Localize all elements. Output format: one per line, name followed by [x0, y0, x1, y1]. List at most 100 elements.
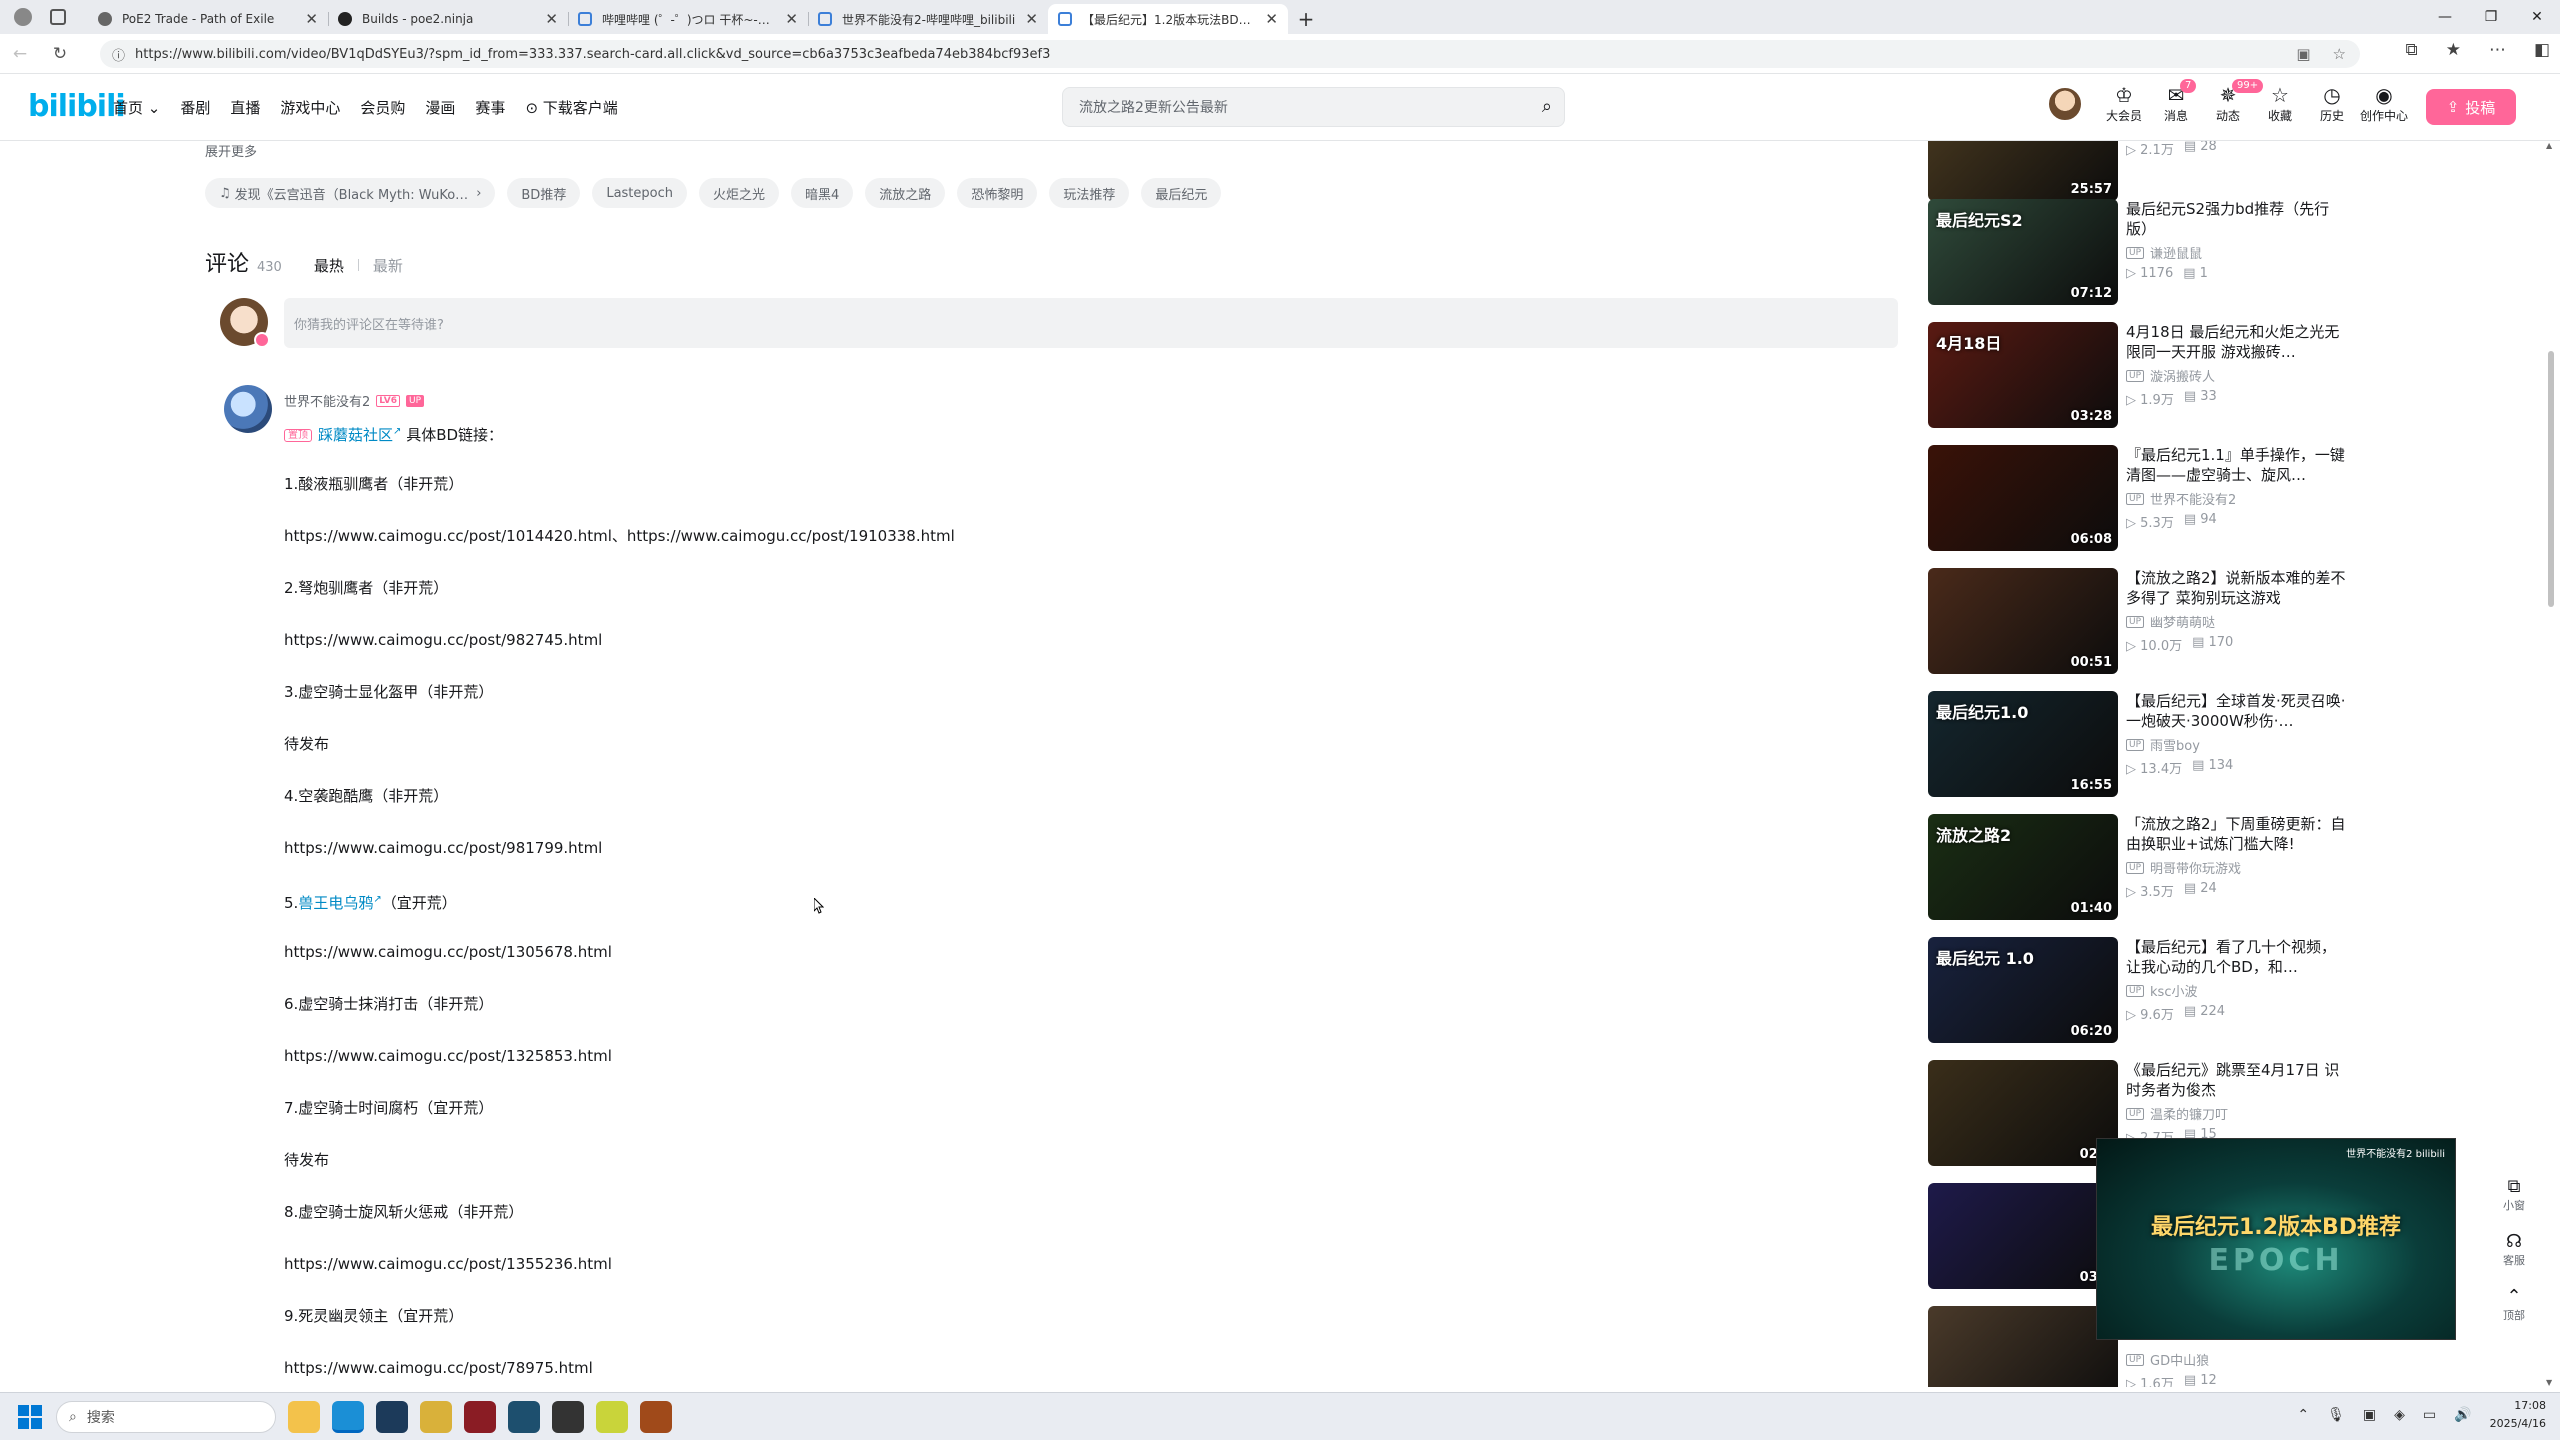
related-video-card[interactable]: 最后纪元 1.0 06:20 【最后纪元】看了几十个视频，让我心动的几个BD，和… U…: [1928, 937, 2348, 1045]
video-title[interactable]: 「流放之路2」下周重磅更新：自由换职业+试炼门槛大降!: [2126, 814, 2348, 854]
video-uploader[interactable]: UP 漩涡搬砖人: [2126, 366, 2348, 385]
video-thumbnail[interactable]: 25:57: [1928, 141, 2118, 201]
more-menu-icon[interactable]: ⋯: [2489, 40, 2506, 60]
related-video-card[interactable]: 最后纪元S2 07:12 最后纪元S2强力bd推荐（先行版） UP 谦逊鼠鼠 ▷ 1176…: [1928, 199, 2348, 307]
favorite-star-icon[interactable]: ☆: [2333, 45, 2346, 63]
user-avatar[interactable]: [2047, 86, 2083, 122]
video-title[interactable]: 【最后纪元】看了几十个视频，让我心动的几个BD，和…: [2126, 937, 2348, 977]
steam-icon[interactable]: [376, 1401, 408, 1433]
video-thumbnail[interactable]: 最后纪元S2 07:12: [1928, 199, 2118, 305]
video-thumbnail[interactable]: 02:4: [1928, 1060, 2118, 1166]
video-uploader[interactable]: UP GD中山狼: [2126, 1350, 2348, 1369]
tag-item[interactable]: ♫ 发现《云宫迅音（Black Myth: WuKo… ›: [205, 178, 496, 208]
taskbar-search[interactable]: ⌕ 搜索: [56, 1401, 276, 1433]
microphone-icon[interactable]: 🎙: [2327, 1407, 2345, 1423]
header-4-button[interactable]: ◷ 历史: [2306, 83, 2358, 124]
related-video-card[interactable]: 4月18日 03:28 4月18日 最后纪元和火炬之光无限同一天开服 游戏搬砖… UP…: [1928, 322, 2348, 430]
video-uploader[interactable]: UP ksc小波: [2126, 981, 2348, 1000]
video-thumbnail[interactable]: 00:51: [1928, 568, 2118, 674]
mini-player[interactable]: 世界不能没有2 bilibili 最后纪元1.2版本BD推荐 EPOCH: [2096, 1138, 2456, 1340]
file-explorer-icon[interactable]: [288, 1401, 320, 1433]
app-icon-blue[interactable]: [508, 1401, 540, 1433]
browser-tab-2[interactable]: 哔哩哔哩 (゜-゜)つロ 干杯~-bilibi ✕: [568, 4, 808, 34]
app-icon-dark[interactable]: [552, 1401, 584, 1433]
related-video-card[interactable]: 00:51 【流放之路2】说新版本难的差不多得了 菜狗别玩这游戏 UP 幽梦萌萌哒 ▷ …: [1928, 568, 2348, 676]
nav-item-1[interactable]: 番剧: [180, 97, 210, 118]
reload-button[interactable]: ↻: [40, 34, 80, 74]
video-title[interactable]: 最后纪元S2强力bd推荐（先行版）: [2126, 199, 2348, 239]
tray-app-icon[interactable]: ▣: [2363, 1407, 2376, 1423]
scrollbar-thumb[interactable]: [2548, 351, 2554, 607]
tab-actions-icon[interactable]: [50, 9, 66, 25]
sidebar-toggle-icon[interactable]: ◧: [2534, 40, 2550, 60]
build-url[interactable]: https://www.caimogu.cc/post/981799.html: [284, 839, 602, 857]
scroll-up-icon[interactable]: ▲: [2546, 141, 2552, 150]
header-0-button[interactable]: ♔ 大会员: [2098, 83, 2150, 124]
related-video-card[interactable]: 06:08 『最后纪元1.1』单手操作，一键清图——虚空骑士、旋风… UP 世界不能没…: [1928, 445, 2348, 553]
video-title[interactable]: 4月18日 最后纪元和火炬之光无限同一天开服 游戏搬砖…: [2126, 322, 2348, 362]
browser-tab-4[interactable]: 【最后纪元】1.2版本玩法BD推荐 ✕: [1048, 4, 1288, 34]
search-icon[interactable]: ⌕: [1542, 96, 1552, 117]
clock[interactable]: 17:08 2025/4/16: [2490, 1397, 2546, 1433]
video-thumbnail[interactable]: 06:08: [1928, 445, 2118, 551]
tag-item[interactable]: 暗黑4: [791, 178, 854, 208]
profile-icon[interactable]: [14, 8, 32, 26]
browser-tab-3[interactable]: 世界不能没有2-哔哩哔哩_bilibili ✕: [808, 4, 1048, 34]
reply-author-name[interactable]: 世界不能没有2: [284, 391, 370, 410]
video-uploader[interactable]: UP 明哥带你玩游戏: [2126, 858, 2348, 877]
video-title[interactable]: 【流放之路2】说新版本难的差不多得了 菜狗别玩这游戏: [2126, 568, 2348, 608]
app-icon-orange[interactable]: [640, 1401, 672, 1433]
video-title[interactable]: 『最后纪元1.1』单手操作，一键清图——虚空骑士、旋风…: [2126, 445, 2348, 485]
nav-item-0[interactable]: 首页 ⌄: [113, 97, 160, 118]
close-tab-icon[interactable]: ✕: [1265, 10, 1278, 28]
bilibili-logo[interactable]: bilibili: [28, 89, 126, 124]
video-thumbnail[interactable]: 03:5: [1928, 1183, 2118, 1289]
expand-more-link[interactable]: 展开更多: [205, 141, 257, 160]
video-thumbnail[interactable]: 最后纪元1.0 16:55: [1928, 691, 2118, 797]
close-tab-icon[interactable]: ✕: [545, 10, 558, 28]
build-url[interactable]: https://www.caimogu.cc/post/1325853.html: [284, 1047, 612, 1065]
video-thumbnail[interactable]: 最后纪元 1.0 06:20: [1928, 937, 2118, 1043]
upload-button[interactable]: ⇪ 投稿: [2426, 89, 2516, 125]
app-icon-yellow[interactable]: [596, 1401, 628, 1433]
tag-item[interactable]: 流放之路: [865, 178, 946, 208]
favorites-icon[interactable]: ★: [2446, 40, 2461, 60]
network-icon[interactable]: ▭: [2423, 1407, 2436, 1423]
related-video-card[interactable]: 最后纪元1.0 16:55 【最后纪元】全球首发·死灵召唤·一炮破天·3000W秒伤…: [1928, 691, 2348, 799]
nav-item-4[interactable]: 会员购: [360, 97, 405, 118]
tag-item[interactable]: 玩法推荐: [1049, 178, 1130, 208]
reader-icon[interactable]: ▣: [2296, 45, 2310, 63]
video-thumbnail[interactable]: [1928, 1306, 2118, 1387]
tag-item[interactable]: 最后纪元: [1141, 178, 1222, 208]
nav-item-7[interactable]: ⊙ 下载客户端: [525, 97, 617, 118]
close-tab-icon[interactable]: ✕: [785, 10, 798, 28]
tray-app-icon-2[interactable]: ◈: [2394, 1407, 2405, 1423]
nav-item-6[interactable]: 赛事: [475, 97, 505, 118]
video-title[interactable]: 【最后纪元】全球首发·死灵召唤·一炮破天·3000W秒伤·…: [2126, 691, 2348, 731]
close-tab-icon[interactable]: ✕: [305, 10, 318, 28]
back-button[interactable]: ←: [0, 34, 40, 74]
video-title[interactable]: 《最后纪元》跳票至4月17日 识时务者为俊杰: [2126, 1060, 2348, 1100]
related-video-card[interactable]: 25:57 ▷ 2.1万 ▤ 28: [1928, 141, 2348, 203]
tray-chevron-icon[interactable]: ⌃: [2297, 1407, 2309, 1423]
build-url[interactable]: https://www.caimogu.cc/post/982745.html: [284, 631, 602, 649]
build-url[interactable]: https://www.caimogu.cc/post/78975.html: [284, 1359, 593, 1377]
site-info-icon[interactable]: ⓘ: [112, 45, 125, 64]
side-tool-0[interactable]: ⧉ 小窗: [2490, 1176, 2538, 1213]
extensions-icon[interactable]: ⧉: [2406, 40, 2418, 60]
scroll-down-icon[interactable]: ▼: [2546, 1378, 2552, 1387]
tag-item[interactable]: Lastepoch: [592, 178, 687, 208]
sort-new-tab[interactable]: 最新: [373, 255, 403, 276]
nav-item-3[interactable]: 游戏中心: [280, 97, 340, 118]
close-window-button[interactable]: ✕: [2514, 0, 2560, 34]
header-5-button[interactable]: ◉ 创作中心: [2358, 83, 2410, 124]
video-uploader[interactable]: UP 雨雪boy: [2126, 735, 2348, 754]
video-thumbnail[interactable]: 流放之路2 01:40: [1928, 814, 2118, 920]
video-thumbnail[interactable]: 4月18日 03:28: [1928, 322, 2118, 428]
header-2-button[interactable]: ✵ 动态 99+: [2202, 79, 2264, 124]
nav-item-2[interactable]: 直播: [230, 97, 260, 118]
video-uploader[interactable]: UP 谦逊鼠鼠: [2126, 243, 2348, 262]
tag-item[interactable]: 恐怖黎明: [957, 178, 1038, 208]
header-1-button[interactable]: ✉ 消息 7: [2150, 79, 2202, 124]
browser-tab-1[interactable]: Builds - poe2.ninja ✕: [328, 4, 568, 34]
